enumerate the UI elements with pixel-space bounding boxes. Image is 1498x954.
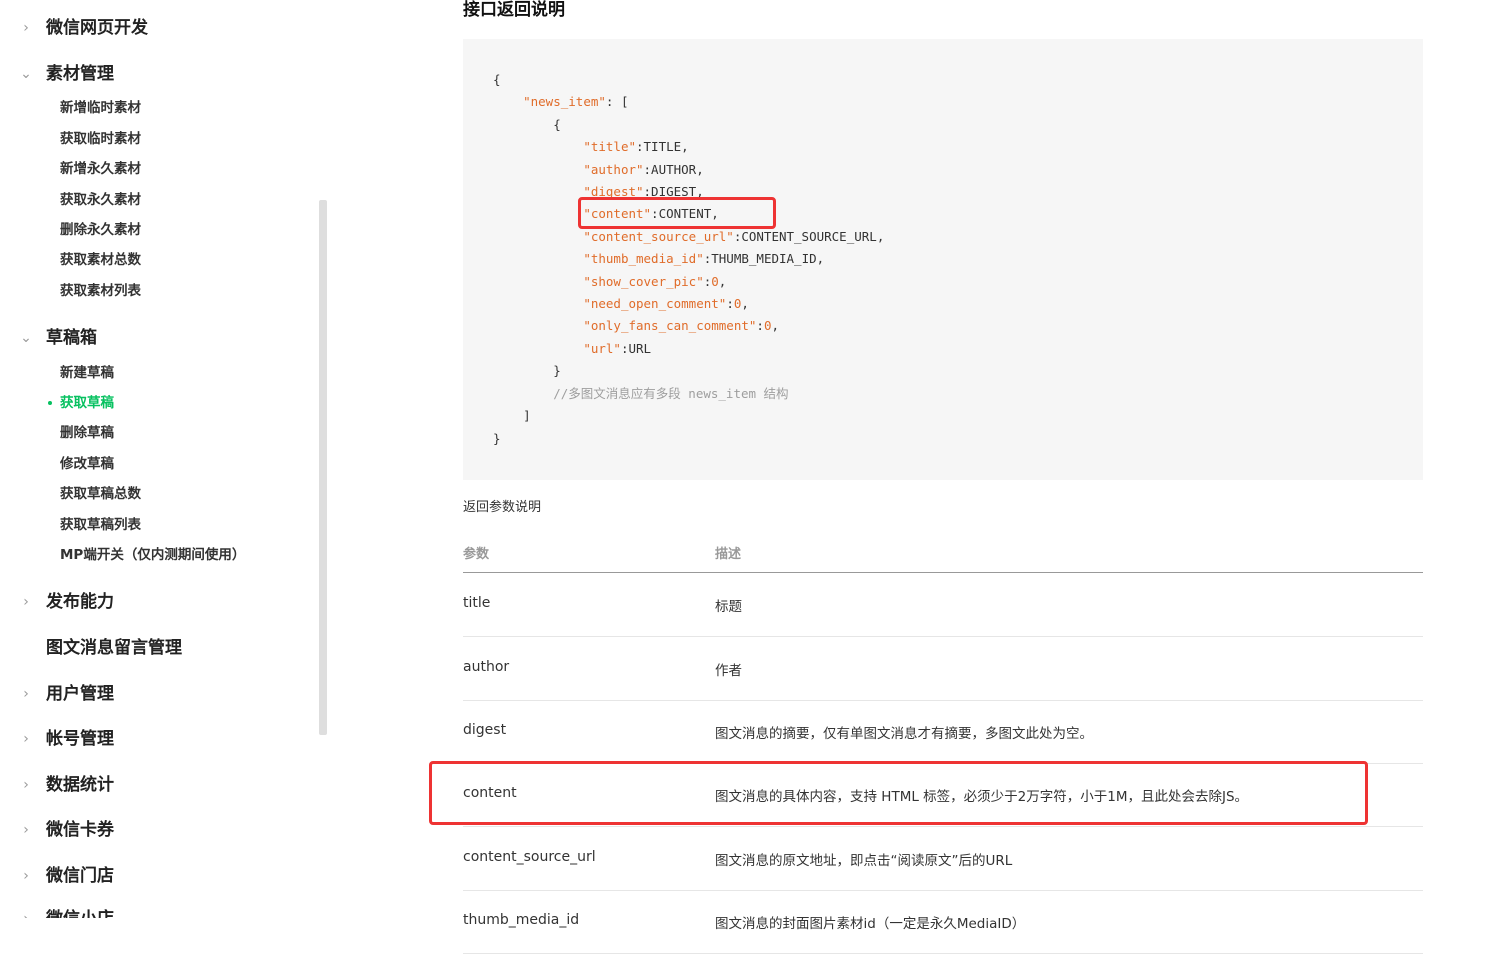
active-dot-icon (48, 401, 52, 405)
sidebar-item-material-count[interactable]: 获取素材总数 (60, 248, 141, 272)
code-comment: //多图文消息应有多段 news_item 结构 (553, 385, 789, 401)
table-row: title 标题 (463, 573, 1423, 637)
section-title: 接口返回说明 (463, 0, 565, 20)
table-row: content_source_url 图文消息的原文地址，即点击“阅读原文”后的… (463, 827, 1423, 891)
sidebar-scrollbar[interactable] (319, 200, 327, 735)
header-param: 参数 (463, 547, 490, 562)
sidebar: › 微信网页开发 ⌄ 素材管理 新增临时素材 获取临时素材 新增永久素材 获取永… (0, 0, 318, 918)
table-row: digest 图文消息的摘要，仅有单图文消息才有摘要，多图文此处为空。 (463, 700, 1423, 764)
sidebar-item-draft-count[interactable]: 获取草稿总数 (60, 482, 141, 506)
sidebar-item-draft-list[interactable]: 获取草稿列表 (60, 513, 141, 537)
sidebar-item-update-draft[interactable]: 修改草稿 (60, 452, 114, 476)
table-row: author 作者 (463, 637, 1423, 701)
chevron-down-icon: ⌄ (20, 66, 32, 82)
chevron-right-icon: › (23, 20, 29, 36)
sidebar-item-add-perm-material[interactable]: 新增永久素材 (60, 157, 141, 181)
header-desc: 描述 (715, 547, 742, 562)
highlight-box-code-content (578, 197, 776, 229)
sidebar-item-get-draft[interactable]: 获取草稿 (48, 391, 114, 415)
sidebar-item-label: 获取草稿 (60, 395, 114, 411)
chevron-right-icon: › (23, 868, 29, 884)
chevron-right-icon: › (23, 822, 29, 838)
sidebar-item-new-draft[interactable]: 新建草稿 (60, 361, 114, 385)
params-note: 返回参数说明 (463, 500, 542, 515)
chevron-right-icon: › (23, 594, 29, 610)
chevron-right-icon: › (23, 777, 29, 793)
json-example: { "news_item": [ { "title":TITLE, "autho… (493, 72, 885, 446)
code-block: { "news_item": [ { "title":TITLE, "autho… (463, 39, 1423, 480)
sidebar-item-mp-switch[interactable]: MP端开关（仅内测期间使用） (60, 543, 245, 567)
chevron-right-icon: › (20, 904, 32, 918)
chevron-right-icon: › (23, 731, 29, 747)
table-header: 参数 描述 (463, 532, 1423, 573)
sidebar-item-delete-draft[interactable]: 删除草稿 (60, 421, 114, 445)
sidebar-item-get-perm-material[interactable]: 获取永久素材 (60, 188, 141, 212)
chevron-down-icon: ⌄ (20, 330, 32, 346)
sidebar-item-delete-perm-material[interactable]: 删除永久素材 (60, 218, 141, 242)
sidebar-item-add-temp-material[interactable]: 新增临时素材 (60, 96, 141, 120)
chevron-right-icon: › (23, 686, 29, 702)
sidebar-item-material-list[interactable]: 获取素材列表 (60, 279, 141, 303)
sidebar-item-get-temp-material[interactable]: 获取临时素材 (60, 127, 141, 151)
highlight-box-content-row (429, 761, 1368, 825)
table-row: thumb_media_id 图文消息的封面图片素材id（一定是永久MediaI… (463, 890, 1423, 954)
